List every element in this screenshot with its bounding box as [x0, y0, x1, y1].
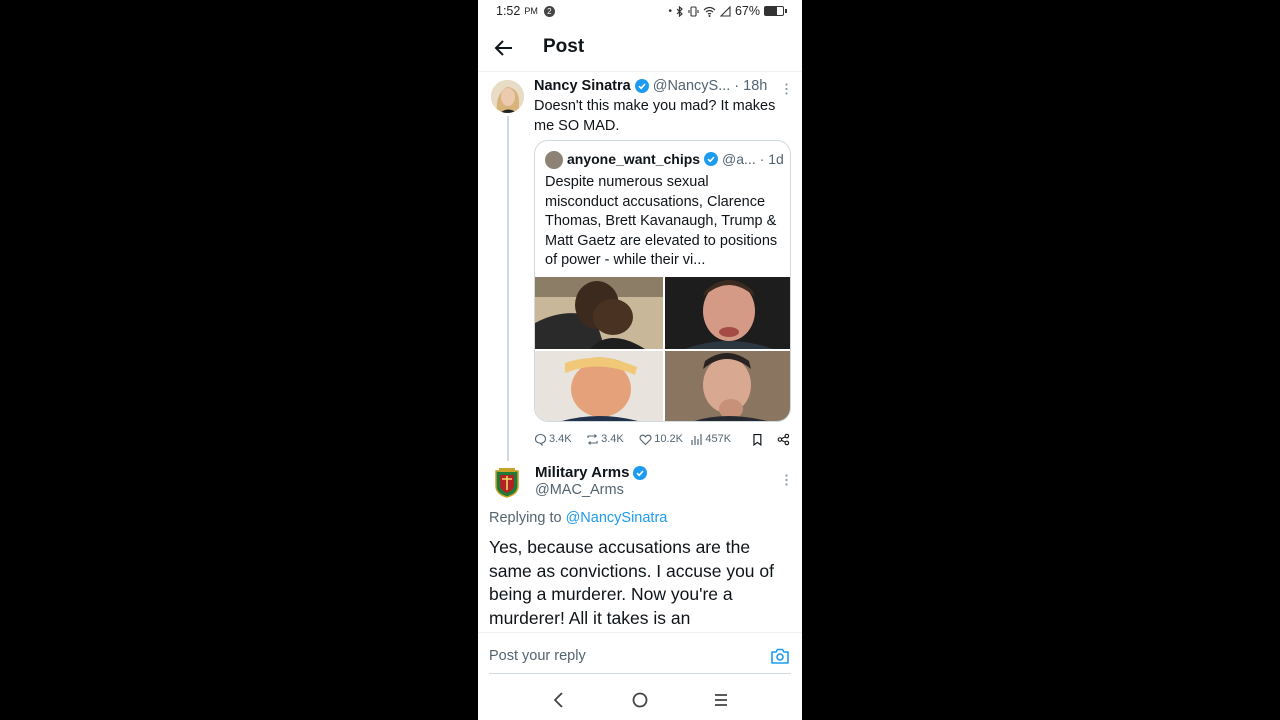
page-title: Post [543, 36, 585, 57]
bookmark-icon[interactable] [751, 433, 764, 446]
like-count: 10.2K [654, 433, 683, 445]
battery-percent: 67% [734, 4, 760, 18]
system-nav-bar [478, 680, 802, 720]
reply-text: Yes, because accusations are the same as… [489, 537, 774, 628]
nav-home-icon[interactable] [629, 689, 651, 711]
reply-author-name[interactable]: Military Arms [535, 464, 629, 481]
media-photo[interactable] [665, 277, 790, 349]
status-ampm: PM [524, 6, 538, 16]
arrow-left-icon[interactable] [492, 36, 516, 60]
media-photo[interactable] [535, 351, 663, 421]
like-button[interactable]: 10.2K [639, 433, 690, 446]
author-handle[interactable]: @NancyS... [653, 78, 731, 94]
top-bar: Post [478, 24, 802, 72]
verified-icon [633, 465, 648, 480]
quote-avatar [545, 151, 563, 169]
status-bar: 1:52 PM 2 • 67% [478, 0, 802, 24]
replying-prefix: Replying to [489, 510, 562, 526]
bluetooth-icon [676, 5, 683, 17]
reply-button[interactable]: 3.4K [534, 433, 586, 446]
replying-to-link[interactable]: @NancySinatra [566, 510, 668, 526]
quote-time: · 1d [759, 151, 784, 167]
vibrate-icon [688, 5, 699, 17]
quote-media-grid [535, 277, 790, 421]
verified-icon [634, 79, 649, 93]
divider [489, 673, 791, 674]
repost-count: 3.4K [601, 433, 624, 445]
media-photo[interactable] [535, 277, 663, 349]
post-author-row: Nancy Sinatra @NancyS... · 18h [534, 78, 767, 94]
quote-author-handle: @a... [722, 151, 756, 167]
nav-recents-icon[interactable] [710, 689, 732, 711]
repost-icon [587, 433, 598, 445]
repost-button[interactable]: 3.4K [586, 433, 639, 446]
nav-back-icon[interactable] [548, 689, 570, 711]
replying-to: Replying to @NancySinatra [489, 510, 667, 526]
post-text: Doesn't this make you mad? It makes me S… [534, 98, 776, 134]
media-photo[interactable] [665, 351, 790, 421]
reply-composer: Post your reply [478, 632, 802, 680]
more-icon[interactable] [785, 83, 788, 95]
views-button[interactable]: 457K [690, 433, 747, 446]
verified-icon [704, 152, 719, 166]
post-actions: 3.4K 3.4K 10.2K 457K [534, 430, 790, 448]
status-time: 1:52 [496, 4, 521, 18]
share-icon[interactable] [777, 433, 790, 446]
avatar[interactable] [491, 80, 524, 113]
post-time: · 18h [734, 78, 768, 94]
views-count: 457K [705, 433, 732, 445]
phone-screen: 1:52 PM 2 • 67% Post Nancy Sinatra @Nanc… [478, 0, 802, 720]
views-icon [691, 433, 702, 445]
signal-icon [719, 5, 731, 17]
quote-card[interactable]: anyone_want_chips @a... · 1d Despite num… [534, 140, 791, 422]
quote-author-name: anyone_want_chips [567, 151, 701, 167]
author-name[interactable]: Nancy Sinatra [534, 78, 631, 94]
battery-icon [764, 6, 787, 16]
comment-icon [534, 433, 547, 446]
reply-author-row: Military Arms [535, 464, 651, 481]
wifi-icon [703, 6, 716, 17]
thread-line [507, 116, 509, 461]
heart-icon [639, 434, 652, 445]
notification-badge: 2 [543, 5, 555, 17]
reply-author-handle[interactable]: @MAC_Arms [535, 482, 624, 498]
quote-text: Despite numerous sexual misconduct accus… [545, 174, 778, 268]
more-icon[interactable] [785, 474, 788, 486]
quote-author-row: anyone_want_chips @a... · 1d [567, 151, 784, 167]
reply-input[interactable]: Post your reply [489, 648, 586, 664]
reply-count: 3.4K [549, 433, 572, 445]
dot-icon: • [668, 5, 672, 17]
camera-icon[interactable] [770, 646, 790, 666]
avatar[interactable] [493, 468, 521, 498]
